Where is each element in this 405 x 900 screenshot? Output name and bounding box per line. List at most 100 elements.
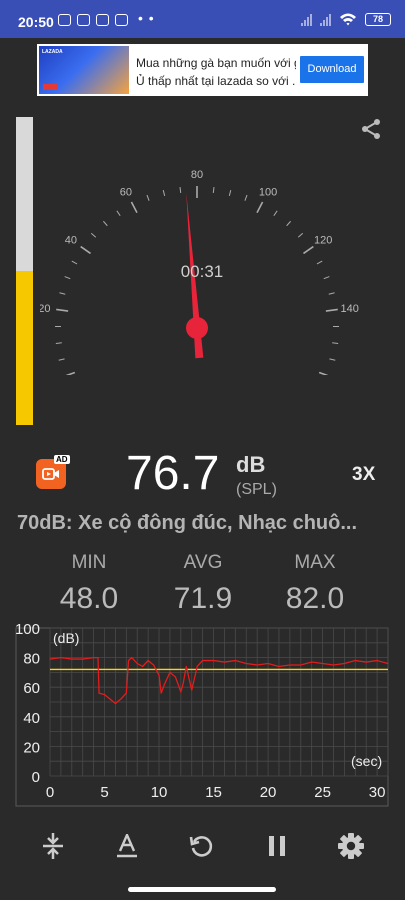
battery-icon: 78: [365, 13, 391, 26]
font-button[interactable]: [107, 828, 147, 864]
db-unit: dB: [236, 452, 266, 477]
stat-min-label: MIN: [71, 552, 107, 573]
chart-y-tick: 60: [23, 680, 40, 697]
gauge-tick-label: 60: [120, 186, 132, 198]
gauge-tick-label: 140: [341, 303, 359, 315]
gauge-minor-tick: [64, 276, 71, 280]
gauge-minor-tick: [116, 210, 121, 217]
ad-thumb-brand: LAZADA: [42, 49, 63, 55]
calibrate-button[interactable]: [33, 828, 73, 864]
chart-x-tick: 10: [151, 784, 168, 801]
stat-min: MIN 48.0: [34, 552, 144, 616]
settings-button[interactable]: [331, 828, 371, 864]
chart-point: [114, 702, 117, 705]
settings-icon: [338, 833, 364, 859]
gauge-major-tick: [65, 371, 76, 375]
chart-point: [127, 659, 130, 662]
gauge-major-tick: [325, 308, 338, 312]
chart-point: [311, 661, 313, 663]
gauge-major-tick: [80, 245, 91, 255]
chart-point: [120, 698, 122, 700]
gauge-minor-tick: [228, 189, 232, 197]
ad-text-line1: Mua những gà bạn muốn với gi: [136, 56, 296, 70]
gauge-tick-label: 20: [40, 303, 50, 315]
wifi-icon: [340, 13, 356, 26]
app-notification-icon: [77, 14, 90, 26]
chart-point: [376, 659, 378, 662]
chart-point: [300, 664, 302, 666]
stat-max: MAX 82.0: [260, 552, 370, 616]
chart-point: [212, 659, 215, 662]
gauge-minor-tick: [90, 232, 97, 238]
chart-y-tick: 40: [23, 710, 40, 727]
chart-point: [160, 692, 162, 694]
chart-point: [136, 662, 138, 665]
gauge-tick-label: 80: [191, 169, 203, 181]
signal-icon-1: [301, 13, 312, 26]
chart-point: [82, 658, 84, 660]
chart-point: [142, 665, 144, 668]
signal-icon-2: [320, 13, 331, 26]
status-bar: 20:50 • • 78: [0, 0, 405, 38]
chart-point: [158, 674, 160, 676]
chart-point: [109, 698, 111, 700]
chart-point: [343, 662, 345, 665]
gauge-hub: [186, 317, 208, 339]
gauge-minor-tick: [59, 292, 66, 295]
gauge-minor-tick: [55, 342, 62, 344]
chart-point: [180, 691, 182, 693]
chart-point: [60, 657, 62, 659]
gauge-major-tick: [256, 201, 264, 214]
speed-multiplier[interactable]: 3X: [352, 464, 375, 486]
chart-point: [196, 665, 198, 668]
gauge-minor-tick: [328, 292, 335, 295]
elapsed-timer: 00:31: [180, 262, 224, 281]
chart-y-tick: 20: [23, 739, 40, 756]
chart-x-tick: 5: [100, 784, 108, 801]
ad-download-button[interactable]: Download: [300, 56, 364, 83]
gauge-minor-tick: [297, 232, 304, 238]
gauge-minor-tick: [316, 260, 323, 265]
db-unit-sub: (SPL): [236, 481, 277, 498]
chart-point: [98, 692, 100, 694]
chart-point: [174, 676, 176, 678]
ad-thumbnail[interactable]: LAZADA: [39, 46, 129, 94]
db-reading: 76.7: [126, 447, 220, 500]
ad-badge: AD: [54, 455, 70, 464]
gauge-tick-label: 100: [259, 186, 277, 198]
status-time: 20:50: [18, 14, 54, 30]
noise-description: 70dB: Xe cộ đông đúc, Nhạc chuô...: [17, 512, 358, 534]
pause-button[interactable]: [257, 828, 297, 864]
gauge-minor-tick: [179, 186, 182, 194]
gauge-minor-tick: [286, 220, 292, 227]
gauge-minor-tick: [58, 358, 65, 361]
home-indicator[interactable]: [128, 887, 276, 892]
gauge-minor-tick: [244, 194, 248, 201]
level-bar: [16, 117, 33, 425]
gauge-minor-tick: [162, 189, 166, 197]
chart-point: [71, 658, 73, 660]
gauge-major-tick: [56, 308, 69, 312]
ad-banner[interactable]: LAZADA Mua những gà bạn muốn với gi Ủ th…: [37, 44, 368, 96]
share-icon[interactable]: [359, 117, 383, 141]
ad-text-line2: Ủ thấp nhất tại lazada so với ...: [136, 74, 296, 88]
chart-point: [103, 694, 106, 696]
chart-point: [245, 662, 247, 665]
chart-series-line: [49, 656, 389, 705]
chart-point: [387, 662, 389, 665]
stat-avg-value: 71.9: [173, 582, 233, 615]
video-camera-icon: [42, 468, 59, 480]
chart-x-tick: 15: [205, 784, 222, 801]
chart-point: [182, 683, 184, 685]
reset-button[interactable]: [181, 828, 221, 864]
ad-app-icon[interactable]: AD: [36, 455, 70, 489]
chart-x-tick: 0: [46, 784, 54, 801]
gauge-tick-label: 120: [314, 235, 332, 247]
chart-point: [125, 692, 127, 694]
calibrate-icon: [43, 833, 63, 859]
ad-text[interactable]: Mua những gà bạn muốn với gi Ủ thấp nhất…: [136, 54, 296, 90]
brave-icon: [115, 14, 128, 26]
pause-icon: [269, 836, 285, 856]
chart-point: [152, 664, 155, 666]
stat-min-value: 48.0: [59, 582, 119, 615]
